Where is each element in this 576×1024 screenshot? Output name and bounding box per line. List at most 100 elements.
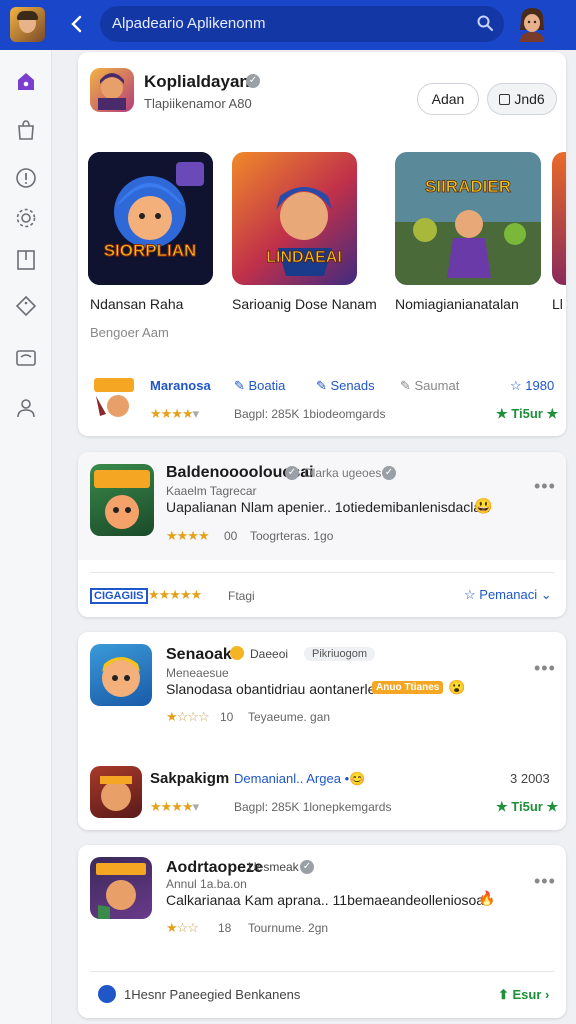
person-icon[interactable] [14, 396, 38, 420]
app-2-footer-meta: Ftagi [228, 589, 255, 603]
featured-title: Koplialdayan [144, 72, 250, 91]
app-3-subtitle: Meneaesue [166, 666, 229, 680]
user-avatar[interactable] [517, 6, 547, 42]
arrow-up-icon: ⬆ [498, 987, 513, 1002]
more-icon[interactable]: ••• [534, 871, 556, 892]
app-card-3: Senaoak Daeeoi Pikriuogom ••• Meneaesue … [78, 632, 566, 830]
pencil-icon: ✎ [316, 378, 331, 393]
more-icon[interactable]: ••• [534, 476, 556, 497]
sidebar [0, 50, 52, 1024]
adan-button[interactable]: Adan [417, 83, 479, 115]
game-3-art-text: SIIRADIER [425, 177, 511, 196]
book-icon[interactable] [14, 248, 38, 272]
app-4-rating-value: 18 [218, 921, 232, 935]
app-3-description: Slanodasa obantidriau aontanerle.. [166, 681, 384, 697]
game-1-art-text: SIORPLIAN [104, 241, 197, 260]
star-outline-icon: ☆ [464, 587, 480, 602]
app-2-chip: Dlarka ugeoes [304, 466, 382, 480]
app-3b-green-label: Ti5ur [511, 799, 543, 814]
pencil-icon: ✎ [400, 378, 415, 393]
game-tile-4[interactable] [552, 152, 566, 285]
app-icon-3b[interactable] [90, 766, 142, 818]
search-bar[interactable]: Alpadeario Aplikenonm [100, 6, 504, 42]
rating-stars: ★★★★ [166, 528, 210, 543]
rating-stars: ★☆☆☆ [166, 709, 210, 724]
emoji-icon: 😮 [448, 679, 466, 695]
card-icon[interactable] [14, 346, 38, 370]
square-icon [499, 94, 511, 105]
jnd6-label: Jnd6 [514, 91, 545, 107]
app-card-4: Aodrtaopeze Uesmeak ✓ ••• Annul 1a.ba.on… [78, 845, 566, 1018]
app-4-meta: Tournume. 2gn [248, 921, 329, 935]
action-senads-label: Senads [330, 378, 375, 393]
search-icon[interactable] [476, 14, 494, 32]
action-maranosa[interactable]: Maranosa [150, 378, 211, 393]
featured-subtitle: Tlapiikenamor A80 [144, 96, 252, 111]
action-saumat-label: Saumat [414, 378, 460, 393]
top-bar: Alpadeario Aplikenonm [0, 0, 576, 50]
app-3-title: Senaoak [166, 646, 232, 663]
app-3-meta: Teyaeume. gan [248, 710, 331, 724]
info-icon[interactable] [14, 166, 38, 190]
app-3-chip[interactable]: Pikriuogom [304, 647, 376, 661]
app-3-rating-value: 10 [220, 710, 234, 724]
app-3b-score: 3 2003 [510, 771, 550, 786]
emoji-icon: •😊 [340, 771, 366, 786]
pemanaci-button[interactable]: ☆ Pemanaci ⌄ [464, 587, 552, 603]
app-2-meta: Toogrteras. 1go [250, 529, 334, 543]
star-outline-icon: ☆ [510, 378, 526, 393]
mini-game-icon[interactable] [90, 374, 138, 422]
app-3b-meta: Bagpl: 285K 1lonepkemgards [234, 800, 392, 814]
search-text: Alpadeario Aplikenonm [112, 15, 266, 32]
more-icon[interactable]: ••• [534, 658, 556, 679]
app-card-2: Baldenoooolouesai ✓ Dlarka ugeoes ✓ ••• … [78, 452, 566, 617]
app-3-label: Daeeoi [250, 647, 289, 661]
verified-icon: ✓ [246, 74, 260, 88]
app-icon-4[interactable] [90, 857, 152, 919]
score-badge: ☆ 1980 [510, 378, 554, 394]
app-3b-title: Sakpakigm [150, 770, 230, 787]
app-2-description: Uapalianan Nlam apenier.. 1otiedemibanle… [166, 499, 489, 515]
action-senads[interactable]: ✎ Senads [316, 378, 375, 394]
chevron-right-icon: › [541, 987, 550, 1002]
action-boatia[interactable]: ✎ Boatia [234, 378, 285, 394]
featured-app-icon[interactable] [90, 68, 134, 112]
pemanaci-label: Pemanaci [479, 587, 538, 602]
verified-icon: ✓ [300, 860, 314, 874]
gear-icon[interactable] [14, 206, 38, 230]
game-2-art-text: LINDAEAI [266, 249, 342, 266]
game-4-label: Ll [552, 296, 563, 312]
game-3-label: Nomiagianianatalan [395, 296, 519, 312]
app-3b-link-label: Demanianl.. Argea [234, 771, 341, 786]
game-tile-1[interactable]: SIORPLIAN [88, 152, 213, 285]
app-2-rating-value: 00 [224, 529, 238, 543]
back-arrow-icon[interactable] [66, 13, 88, 35]
emoji-icon: 😃 [474, 498, 493, 515]
app-3b-link[interactable]: Demanianl.. Argea •😊 [234, 771, 365, 787]
category-tag[interactable]: CIGAGIIS [90, 588, 148, 604]
action-boatia-label: Boatia [248, 378, 286, 393]
app-icon-2[interactable] [90, 464, 154, 536]
rating-stars: ★★★★▾ [150, 799, 199, 814]
verified-icon: ✓ [285, 466, 299, 480]
game-2-label: Sarioanig Dose Nanam [232, 296, 377, 312]
featured-meta: Bagpl: 285K 1biodeomgards [234, 407, 386, 421]
home-icon[interactable] [14, 70, 38, 94]
featured-card: Koplialdayan ✓ Tlapiikenamor A80 Adan Jn… [78, 52, 566, 436]
game-1-label: Ndansan Raha [90, 296, 184, 312]
rating-stars: ★★★★▾ [150, 406, 199, 421]
featured-green-label: Ti5ur [511, 406, 543, 421]
app-icon-3[interactable] [90, 644, 152, 706]
jnd6-button[interactable]: Jnd6 [487, 83, 557, 115]
action-saumat[interactable]: ✎ Saumat [400, 378, 459, 394]
app-3-orange-tag: Anuo Ttianes [372, 681, 444, 694]
game-tile-3[interactable]: SIIRADIER [395, 152, 541, 285]
bag-icon[interactable] [14, 118, 38, 142]
game-tile-2[interactable]: LINDAEAI [232, 152, 357, 285]
app-4-description: Calkarianaa Kam aprana.. 11bemaeandeolle… [166, 892, 485, 908]
app-logo[interactable] [10, 7, 45, 42]
tag-icon[interactable] [14, 294, 38, 318]
app-2-subtitle: Kaaelm Tagrecar [166, 484, 257, 498]
app-3b-rating-green: ★ Ti5ur ★ [496, 799, 559, 814]
app-4-footer-text[interactable]: 1Hesnr Paneegied Benkanens [124, 987, 300, 1002]
